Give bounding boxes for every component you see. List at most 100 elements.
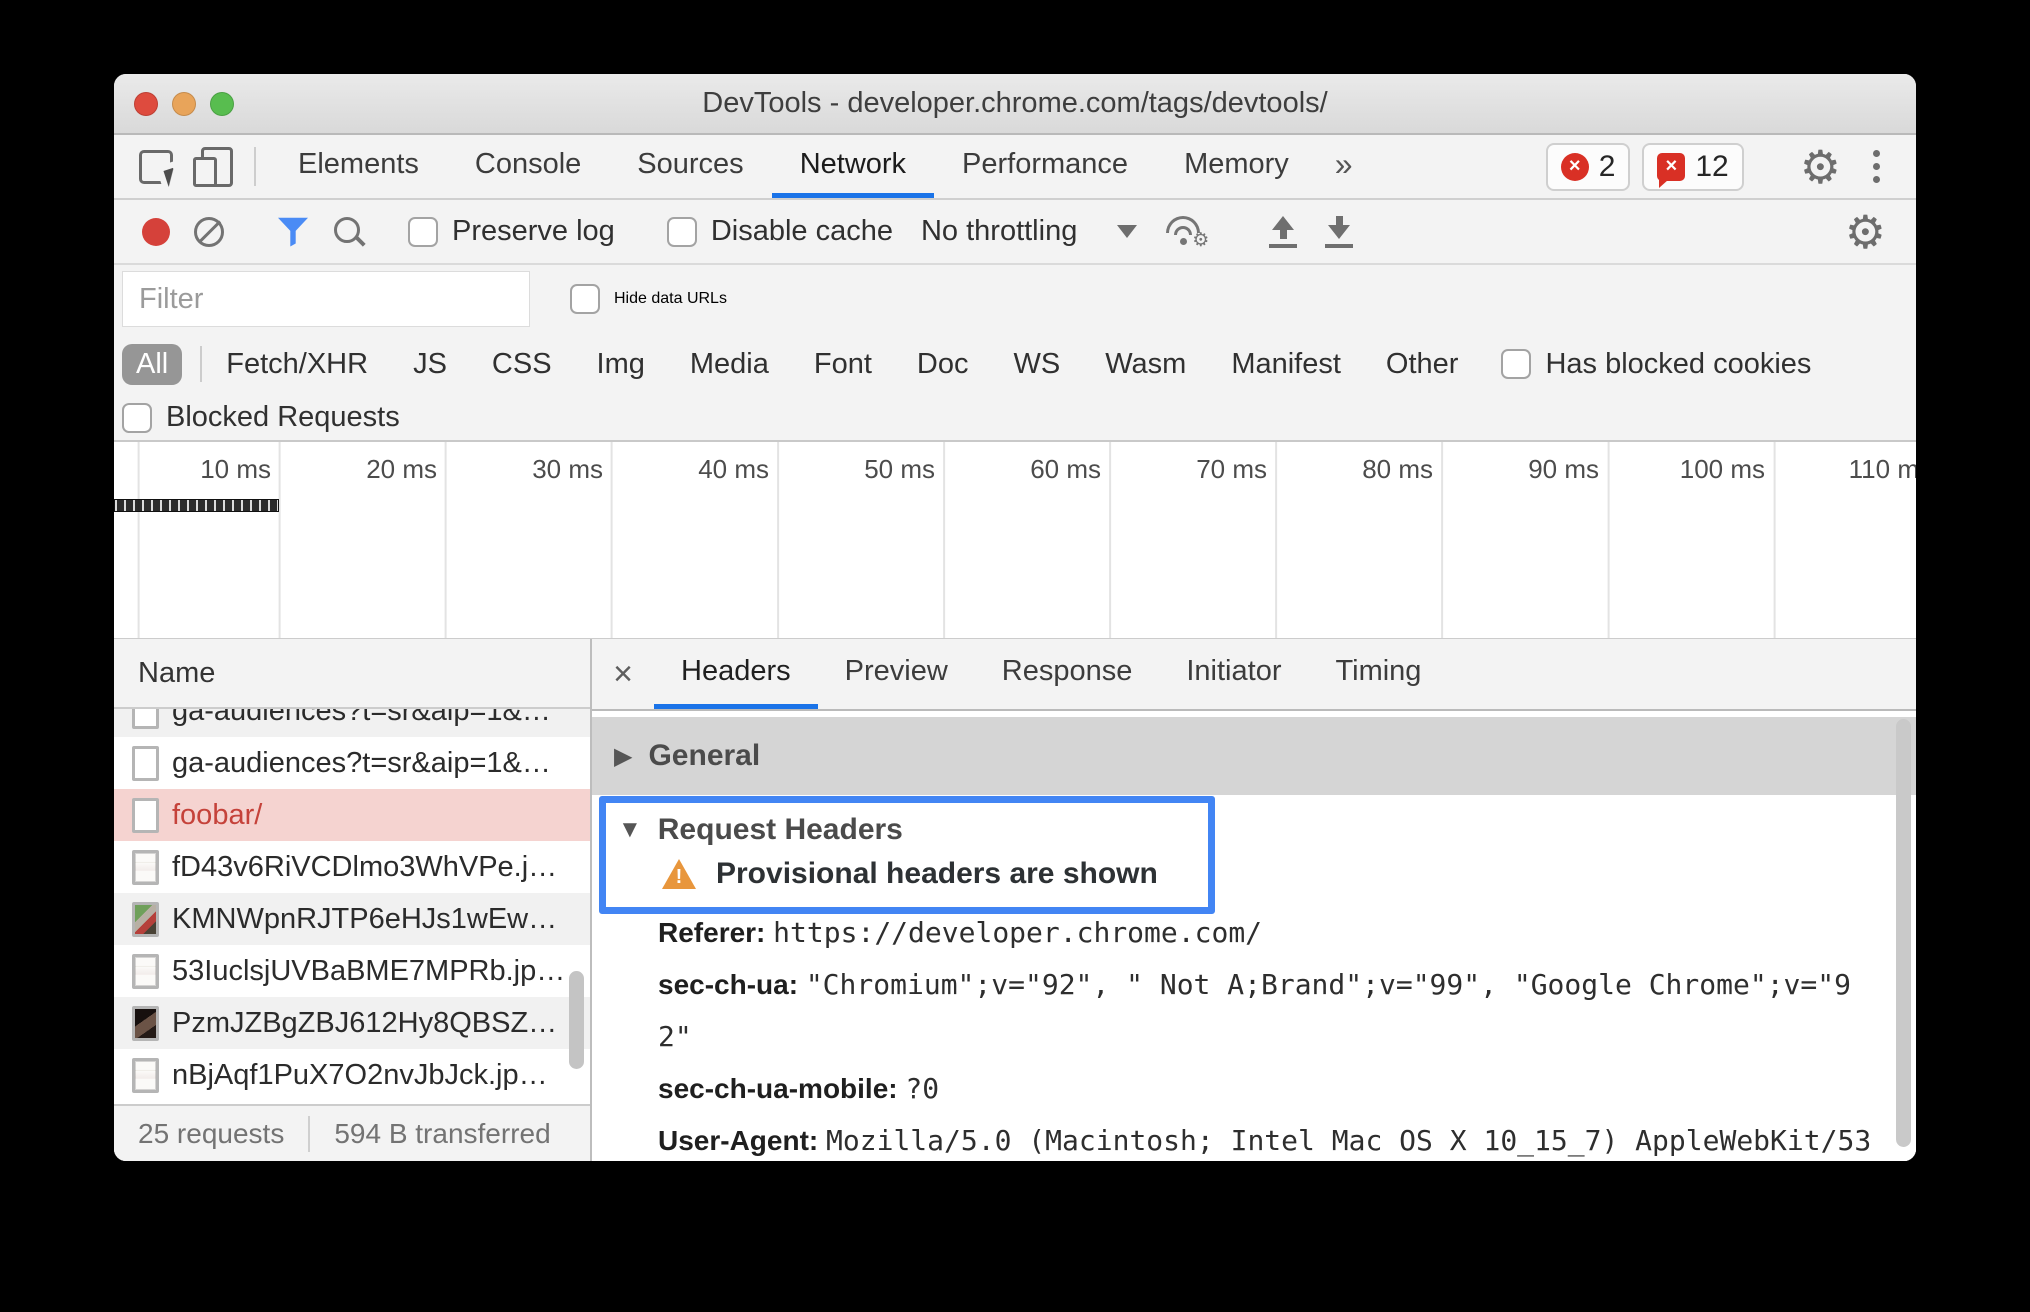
ruler-tick: 30 ms xyxy=(532,454,603,484)
ruler-tick: 40 ms xyxy=(698,454,769,484)
preserve-log-checkbox[interactable] xyxy=(408,216,438,247)
chip-font[interactable]: Font xyxy=(808,345,878,384)
settings-gear-icon[interactable]: ⚙ xyxy=(1800,144,1841,190)
chip-img[interactable]: Img xyxy=(591,345,651,384)
request-list-scrollbar[interactable] xyxy=(569,971,584,1069)
table-row[interactable]: ga-audiences?t=sr&aip=1&… xyxy=(114,737,590,789)
error-badge[interactable]: × 2 xyxy=(1545,142,1631,191)
chip-doc[interactable]: Doc xyxy=(911,345,975,384)
table-row[interactable]: PzmJZBgZBJ612Hy8QBSZ… xyxy=(114,997,590,1049)
table-row[interactable]: KMNWpnRJTP6eHJs1wEw… xyxy=(114,893,590,945)
filter-icon[interactable] xyxy=(278,217,308,247)
tab-initiator[interactable]: Initiator xyxy=(1159,639,1308,709)
details-scrollbar[interactable] xyxy=(1896,719,1911,1147)
chip-css[interactable]: CSS xyxy=(486,345,558,384)
tab-console[interactable]: Console xyxy=(447,135,609,198)
issues-badge[interactable]: × 12 xyxy=(1642,142,1744,191)
export-har-button[interactable] xyxy=(1325,215,1354,248)
device-toolbar-icon xyxy=(191,146,233,187)
summary-bar: 25 requests 594 B transferred xyxy=(114,1104,590,1161)
hide-data-urls-checkbox[interactable] xyxy=(570,284,600,314)
chip-all[interactable]: All xyxy=(122,343,183,385)
ruler-tick: 90 ms xyxy=(1528,454,1599,484)
request-name: nBjAqf1PuX7O2nvJbJck.jp… xyxy=(172,1058,548,1091)
tab-headers[interactable]: Headers xyxy=(654,639,818,709)
tab-network[interactable]: Network xyxy=(771,135,935,198)
table-row[interactable]: nBjAqf1PuX7O2nvJbJck.jp… xyxy=(114,1049,590,1101)
clear-network-log-icon[interactable] xyxy=(194,216,224,247)
overview-activity-bar xyxy=(114,499,279,512)
headers-content: ▶ General ▼ Request Headers ! Provisiona… xyxy=(592,711,1916,1161)
ruler-tick: 10 ms xyxy=(200,454,271,484)
table-row[interactable]: fD43v6RiVCDlmo3WhVPe.j… xyxy=(114,841,590,893)
request-name: PzmJZBgZBJ612Hy8QBSZ… xyxy=(172,1006,558,1039)
devtools-window: DevTools - developer.chrome.com/tags/dev… xyxy=(114,74,1916,1161)
details-tabbar: × Headers Preview Response Initiator Tim… xyxy=(592,639,1916,711)
chip-other[interactable]: Other xyxy=(1380,345,1465,384)
chip-ws[interactable]: WS xyxy=(1008,345,1067,384)
close-window-button[interactable] xyxy=(134,91,158,116)
record-network-log-button[interactable] xyxy=(142,217,170,246)
table-row-clipped[interactable]: ga-audiences?t=sr&aip=1&… xyxy=(114,709,590,737)
chip-fetch-xhr[interactable]: Fetch/XHR xyxy=(220,345,374,384)
minimize-window-button[interactable] xyxy=(172,91,196,116)
devtools-tabbar: Elements Console Sources Network Perform… xyxy=(114,135,1916,200)
network-conditions-icon[interactable]: ⚙ xyxy=(1163,212,1209,252)
window-title: DevTools - developer.chrome.com/tags/dev… xyxy=(702,87,1328,119)
tab-timing[interactable]: Timing xyxy=(1308,639,1448,709)
more-options-icon[interactable] xyxy=(1873,150,1880,183)
tab-memory[interactable]: Memory xyxy=(1156,135,1317,198)
blocked-requests-checkbox[interactable] xyxy=(122,402,152,433)
network-settings-gear-icon[interactable]: ⚙ xyxy=(1845,209,1886,255)
general-section-label: General xyxy=(648,739,761,772)
tab-response[interactable]: Response xyxy=(975,639,1160,709)
more-tabs-button[interactable]: » xyxy=(1317,135,1371,198)
network-overview-timeline[interactable]: 10 ms 20 ms 30 ms 40 ms 50 ms 60 ms 70 m… xyxy=(114,440,1916,638)
disable-cache-checkbox[interactable] xyxy=(666,216,697,247)
image-thumbnail xyxy=(132,1005,159,1041)
chip-wasm[interactable]: Wasm xyxy=(1099,345,1192,384)
tab-sources[interactable]: Sources xyxy=(609,135,771,198)
tab-performance[interactable]: Performance xyxy=(934,135,1156,198)
provisional-headers-warning: ! Provisional headers are shown xyxy=(618,857,1208,891)
divider xyxy=(308,1115,311,1152)
request-headers-section-header[interactable]: ▼ Request Headers xyxy=(618,813,1208,847)
document-icon xyxy=(132,709,159,729)
import-har-button[interactable] xyxy=(1269,215,1298,248)
document-icon xyxy=(132,745,159,781)
table-row-error[interactable]: foobar/ xyxy=(114,789,590,841)
ruler-tick: 20 ms xyxy=(366,454,437,484)
image-thumbnail xyxy=(132,1057,159,1093)
error-count: 2 xyxy=(1598,149,1616,183)
request-type-filters: All Fetch/XHR JS CSS Img Media Font Doc … xyxy=(114,333,1916,395)
throttling-value: No throttling xyxy=(920,215,1078,247)
toggle-device-toolbar-button[interactable] xyxy=(184,141,240,193)
chip-js[interactable]: JS xyxy=(407,345,453,384)
ruler-tick: 110 ms xyxy=(1848,454,1916,484)
name-column-header[interactable]: Name xyxy=(114,639,590,709)
warning-icon: ! xyxy=(662,859,696,889)
hide-data-urls-label: Hide data URLs xyxy=(614,290,727,307)
issues-icon: × xyxy=(1657,152,1686,188)
zoom-window-button[interactable] xyxy=(210,91,234,116)
throttling-select[interactable]: No throttling xyxy=(921,215,1163,248)
general-section-header[interactable]: ▶ General xyxy=(592,717,1916,795)
chevron-down-icon xyxy=(1117,225,1138,238)
inspect-element-button[interactable] xyxy=(128,141,184,193)
tabbar-right-controls: × 2 × 12 ⚙ xyxy=(1545,135,1916,198)
chip-media[interactable]: Media xyxy=(684,345,775,384)
tab-preview[interactable]: Preview xyxy=(818,639,975,709)
divider xyxy=(200,346,203,382)
search-icon[interactable] xyxy=(332,215,366,249)
header-line-sec-ch-ua: sec-ch-ua: "Chromium";v="92", " Not A;Br… xyxy=(658,968,1851,1053)
network-toolbar: Preserve log Disable cache No throttling… xyxy=(114,200,1916,265)
request-name: 53IuclsjUVBaBME7MPRb.jp… xyxy=(172,954,566,987)
transferred-size: 594 B transferred xyxy=(334,1117,551,1149)
chip-manifest[interactable]: Manifest xyxy=(1225,345,1347,384)
close-details-button[interactable]: × xyxy=(592,639,654,709)
filter-input[interactable] xyxy=(122,271,530,327)
table-row[interactable]: 53IuclsjUVBaBME7MPRb.jp… xyxy=(114,945,590,997)
has-blocked-cookies-checkbox[interactable] xyxy=(1501,349,1532,379)
filter-row: Hide data URLs xyxy=(114,265,1916,333)
tab-elements[interactable]: Elements xyxy=(270,135,447,198)
